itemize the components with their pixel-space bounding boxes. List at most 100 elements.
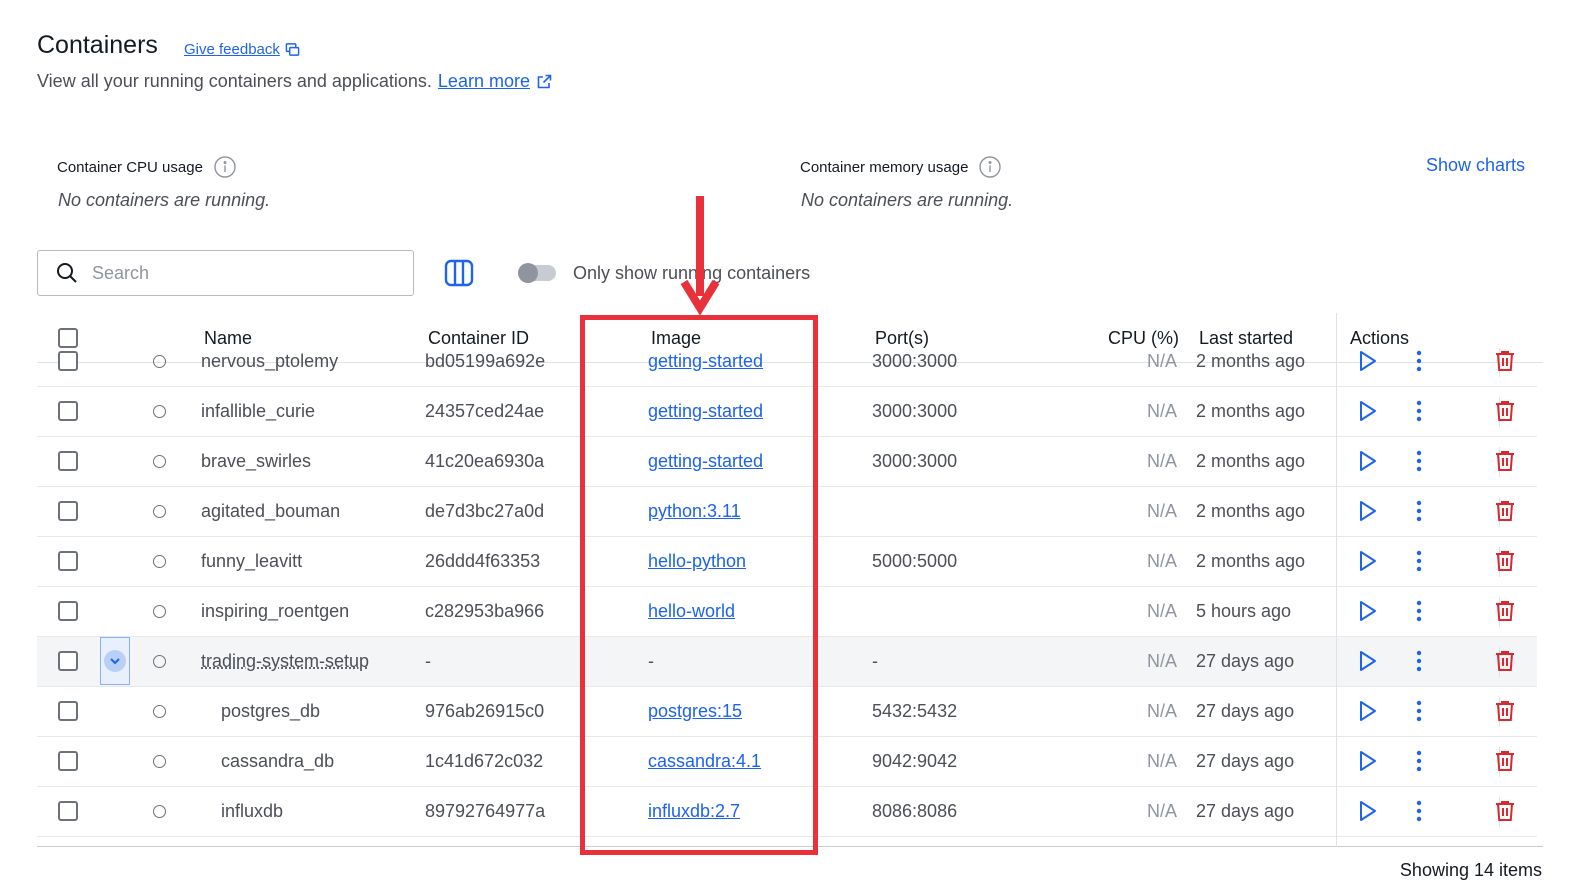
give-feedback-link[interactable]: Give feedback <box>184 41 300 58</box>
trash-icon[interactable] <box>1493 399 1517 423</box>
trash-icon[interactable] <box>1493 599 1517 623</box>
play-icon[interactable] <box>1355 449 1379 473</box>
learn-more-link[interactable]: Learn more <box>438 71 530 92</box>
container-name: inspiring_roentgen <box>201 601 350 621</box>
table-row-group[interactable]: trading-system-setup - - - N/A 27 days ago <box>37 637 1537 687</box>
more-vertical-icon[interactable] <box>1411 649 1427 673</box>
table-row[interactable]: infallible_curie 24357ced24ae getting-star… <box>37 387 1537 437</box>
row-checkbox[interactable] <box>58 351 78 371</box>
table-row[interactable]: inspiring_roentgen c282953ba966 hello-worl… <box>37 587 1537 637</box>
select-all-checkbox[interactable] <box>58 328 78 348</box>
trash-icon[interactable] <box>1493 799 1517 823</box>
search-box[interactable] <box>37 250 414 296</box>
row-checkbox[interactable] <box>58 601 78 621</box>
container-image-link[interactable]: python:3.11 <box>648 501 741 522</box>
container-image-link[interactable]: getting-started <box>648 351 763 372</box>
table-row[interactable]: influxdb 89792764977a influxdb:2.7 8086:808… <box>37 787 1537 837</box>
container-image-link[interactable]: getting-started <box>648 451 763 472</box>
search-input[interactable] <box>92 262 392 284</box>
table-row[interactable]: funny_leavitt 26ddd4f63353 hello-python 500… <box>37 537 1537 587</box>
more-vertical-icon[interactable] <box>1411 399 1427 423</box>
container-ports: 3000:3000 <box>872 401 958 421</box>
more-vertical-icon[interactable] <box>1411 499 1427 523</box>
more-vertical-icon[interactable] <box>1411 749 1427 773</box>
play-icon[interactable] <box>1355 499 1379 523</box>
row-checkbox[interactable] <box>58 801 78 821</box>
row-checkbox[interactable] <box>58 751 78 771</box>
status-indicator <box>153 555 166 568</box>
container-image-link[interactable]: hello-world <box>648 601 735 622</box>
header-container-id[interactable]: Container ID <box>428 328 529 349</box>
row-checkbox[interactable] <box>58 501 78 521</box>
row-checkbox[interactable] <box>58 451 78 471</box>
table-row[interactable]: nervous_ptolemy bd05199a692e getting-start… <box>37 348 1537 387</box>
trash-icon[interactable] <box>1493 449 1517 473</box>
trash-icon[interactable] <box>1493 699 1517 723</box>
container-name[interactable]: trading-system-setup <box>201 651 369 672</box>
header-name[interactable]: Name <box>204 328 252 349</box>
toggle-knob <box>518 263 538 283</box>
running-only-label: Only show running containers <box>573 263 811 283</box>
more-vertical-icon[interactable] <box>1411 449 1427 473</box>
header-actions: Actions <box>1350 328 1410 348</box>
container-image-link[interactable]: hello-python <box>648 551 746 572</box>
status-indicator <box>153 605 166 618</box>
actions-column-divider <box>1336 313 1337 847</box>
container-image-link[interactable]: getting-started <box>648 401 763 422</box>
play-icon[interactable] <box>1355 649 1379 673</box>
row-checkbox[interactable] <box>58 651 78 671</box>
table-row[interactable]: postgres_db 976ab26915c0 postgres:15 5432:5… <box>37 687 1537 737</box>
more-vertical-icon[interactable] <box>1411 549 1427 573</box>
container-cpu: N/A <box>1146 401 1177 421</box>
container-last-started: 27 days ago <box>1196 701 1295 721</box>
show-charts-button[interactable]: Show charts <box>1426 155 1525 176</box>
container-image-link[interactable]: influxdb:2.7 <box>648 801 740 822</box>
trash-icon[interactable] <box>1493 649 1517 673</box>
header-ports[interactable]: Port(s) <box>875 328 929 349</box>
row-checkbox[interactable] <box>58 401 78 421</box>
container-cpu: N/A <box>1146 601 1177 621</box>
container-id: 41c20ea6930a <box>425 451 545 471</box>
running-only-toggle[interactable] <box>518 263 556 283</box>
play-icon[interactable] <box>1355 399 1379 423</box>
table-row[interactable]: brave_swirles 41c20ea6930a getting-started… <box>37 437 1537 487</box>
container-list: nervous_ptolemy bd05199a692e getting-start… <box>37 348 1543 847</box>
container-id: de7d3bc27a0d <box>425 501 545 521</box>
container-last-started: 27 days ago <box>1196 651 1295 671</box>
trash-icon[interactable] <box>1493 349 1517 373</box>
play-icon[interactable] <box>1355 799 1379 823</box>
feedback-icon <box>285 43 300 56</box>
container-cpu: N/A <box>1146 501 1177 521</box>
container-image-link[interactable]: cassandra:4.1 <box>648 751 761 772</box>
info-icon[interactable] <box>979 156 1002 178</box>
expand-group-button[interactable] <box>100 637 130 685</box>
columns-icon[interactable] <box>444 259 474 287</box>
more-vertical-icon[interactable] <box>1411 699 1427 723</box>
row-checkbox[interactable] <box>58 551 78 571</box>
play-icon[interactable] <box>1355 349 1379 373</box>
container-name: cassandra_db <box>221 751 335 771</box>
more-vertical-icon[interactable] <box>1411 349 1427 373</box>
container-id: c282953ba966 <box>425 601 545 621</box>
container-image-link[interactable]: postgres:15 <box>648 701 742 722</box>
trash-icon[interactable] <box>1493 549 1517 573</box>
header-image[interactable]: Image <box>651 328 701 349</box>
header-cpu[interactable]: CPU (%) <box>1108 328 1179 349</box>
play-icon[interactable] <box>1355 699 1379 723</box>
info-icon[interactable] <box>214 156 236 178</box>
status-indicator <box>153 505 166 518</box>
play-icon[interactable] <box>1355 749 1379 773</box>
container-cpu: N/A <box>1146 751 1177 771</box>
table-row[interactable]: cassandra_db 1c41d672c032 cassandra:4.1 904… <box>37 737 1537 787</box>
trash-icon[interactable] <box>1493 499 1517 523</box>
play-icon[interactable] <box>1355 599 1379 623</box>
memory-usage-empty: No containers are running. <box>801 190 1014 210</box>
play-icon[interactable] <box>1355 549 1379 573</box>
trash-icon[interactable] <box>1493 749 1517 773</box>
status-indicator <box>153 655 166 668</box>
header-last-started[interactable]: Last started <box>1199 328 1293 349</box>
more-vertical-icon[interactable] <box>1411 599 1427 623</box>
row-checkbox[interactable] <box>58 701 78 721</box>
more-vertical-icon[interactable] <box>1411 799 1427 823</box>
table-row[interactable]: agitated_bouman de7d3bc27a0d python:3.11 N/… <box>37 487 1537 537</box>
